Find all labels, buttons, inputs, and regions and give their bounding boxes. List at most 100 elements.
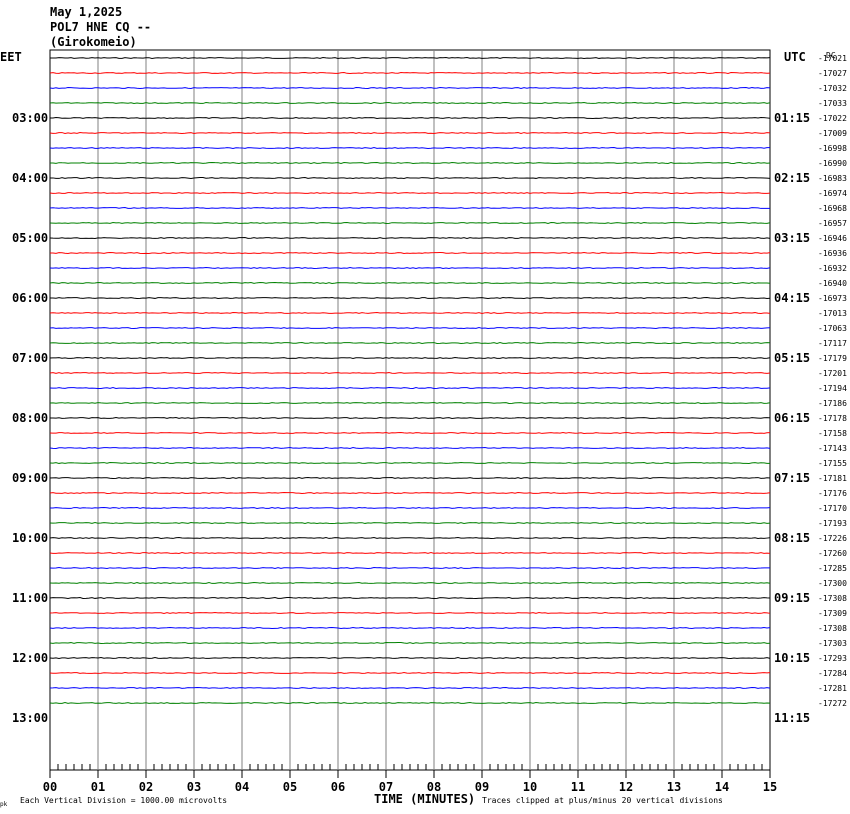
dc-offset-label: -16998 [818, 144, 847, 153]
dc-offset-label: -16932 [818, 264, 847, 273]
trace-39 [49, 642, 771, 644]
left-time-label: 08:00 [12, 411, 48, 425]
dc-offset-label: -16940 [818, 279, 847, 288]
station-title: POL7 HNE CQ -- [50, 20, 151, 34]
trace-24 [49, 417, 771, 419]
dc-offset-label: -17027 [818, 69, 847, 78]
right-time-label: 07:15 [774, 471, 810, 485]
trace-7 [50, 162, 771, 164]
left-time-label: 09:00 [12, 471, 48, 485]
trace-3 [49, 102, 771, 104]
x-tick-label: 13 [667, 780, 681, 794]
corner-mark: pk [0, 801, 8, 808]
trace-26 [49, 447, 771, 449]
trace-40 [49, 657, 771, 659]
x-tick-label: 12 [619, 780, 633, 794]
dc-offset-label: -17281 [818, 684, 847, 693]
trace-20 [49, 357, 771, 359]
scale-note: Each Vertical Division = 1000.00 microvo… [20, 796, 227, 805]
dc-offset-label: -17308 [818, 624, 847, 633]
dc-offset-label: -17117 [818, 339, 847, 348]
trace-14 [49, 267, 771, 269]
x-tick-label: 05 [283, 780, 297, 794]
dc-offset-label: -17178 [818, 414, 847, 423]
x-axis-title: TIME (MINUTES) [374, 792, 475, 806]
dc-offset-label: -17308 [818, 594, 847, 603]
right-time-label: 04:15 [774, 291, 810, 305]
dc-offset-label: -17309 [818, 609, 847, 618]
right-time-label: 09:15 [774, 591, 810, 605]
plot-frame [49, 49, 771, 771]
x-tick-label: 04 [235, 780, 249, 794]
trace-15 [49, 282, 771, 284]
dc-offset-label: -16973 [818, 294, 847, 303]
trace-12 [49, 237, 771, 239]
dc-offset-label: -17176 [818, 489, 847, 498]
dc-offset-label: -17303 [818, 639, 847, 648]
trace-8 [49, 177, 771, 179]
trace-6 [49, 147, 771, 149]
x-tick-label: 02 [139, 780, 153, 794]
left-time-label: 04:00 [12, 171, 48, 185]
trace-43 [49, 702, 771, 704]
left-time-label: 11:00 [12, 591, 48, 605]
dc-offset-label: -17155 [818, 459, 847, 468]
right-time-label: 02:15 [774, 171, 810, 185]
clip-note: Traces clipped at plus/minus 20 vertical… [482, 796, 723, 805]
right-time-label: 06:15 [774, 411, 810, 425]
dc-offset-label: -16957 [818, 219, 847, 228]
trace-31 [49, 522, 771, 524]
grid-lines [97, 50, 723, 770]
trace-28 [49, 477, 771, 479]
x-tick-label: 01 [91, 780, 105, 794]
x-axis-ticks: 00 01 02 03 04 05 06 07 08 09 10 11 12 13 14 15 [43, 764, 777, 794]
trace-34 [49, 567, 771, 569]
dc-offset-label: -17032 [818, 84, 847, 93]
right-time-label: 10:15 [774, 651, 810, 665]
x-tick-label: 00 [43, 780, 57, 794]
trace-5 [49, 132, 771, 134]
dc-offset-label: -17158 [818, 429, 847, 438]
dc-offset-label: -17284 [818, 669, 847, 678]
trace-35 [49, 582, 771, 584]
trace-18 [49, 327, 771, 329]
dc-offset-label: -17300 [818, 579, 847, 588]
dc-offset-label: -17143 [818, 444, 847, 453]
dc-offset-label: -17009 [818, 129, 847, 138]
dc-offset-label: -16983 [818, 174, 847, 183]
trace-22 [49, 387, 771, 389]
traces [49, 57, 771, 704]
left-time-label: 12:00 [12, 651, 48, 665]
dc-offset-label: -17013 [818, 309, 847, 318]
left-axis-label: EET [0, 50, 22, 64]
trace-36 [49, 597, 771, 599]
trace-23 [49, 402, 771, 404]
dc-offset-label: -17181 [818, 474, 847, 483]
dc-offset-label: -17186 [818, 399, 847, 408]
trace-13 [49, 252, 771, 254]
right-time-label: 05:15 [774, 351, 810, 365]
trace-27 [49, 462, 771, 464]
left-time-label: 07:00 [12, 351, 48, 365]
dc-offset-label: -17179 [818, 354, 847, 363]
dc-offset-label: -17194 [818, 384, 847, 393]
trace-41 [49, 672, 771, 674]
trace-21 [49, 372, 771, 374]
x-tick-label: 14 [715, 780, 729, 794]
trace-25 [49, 432, 771, 434]
dc-offset-label: -16974 [818, 189, 847, 198]
date-title: May 1,2025 [50, 5, 122, 19]
trace-37 [49, 612, 771, 614]
dc-offset-label: -16990 [818, 159, 847, 168]
right-axis-label: UTC [784, 50, 806, 64]
left-time-label: 13:00 [12, 711, 48, 725]
x-tick-label: 03 [187, 780, 201, 794]
dc-offset-label: -17293 [818, 654, 847, 663]
trace-42 [49, 687, 771, 689]
trace-9 [49, 192, 771, 194]
left-time-label: 10:00 [12, 531, 48, 545]
left-time-label: 06:00 [12, 291, 48, 305]
x-tick-label: 11 [571, 780, 585, 794]
dc-offset-label: -16946 [818, 234, 847, 243]
left-time-label: 05:00 [12, 231, 48, 245]
